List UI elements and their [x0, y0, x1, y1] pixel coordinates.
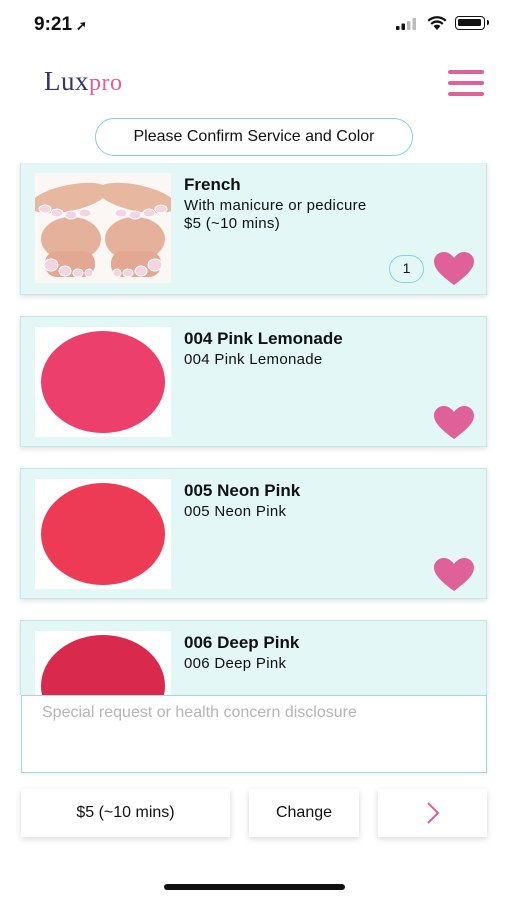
home-indicator[interactable] — [164, 884, 345, 890]
color-subtitle: 005 Neon Pink — [184, 503, 287, 520]
location-arrow-icon: ➚ — [76, 18, 87, 33]
status-bar: 9:21 ➚ — [0, 0, 507, 50]
confirm-banner: Please Confirm Service and Color — [95, 118, 413, 156]
quantity-badge[interactable]: 1 — [389, 255, 424, 283]
color-card-pink-lemonade[interactable]: 004 Pink Lemonade 004 Pink Lemonade — [20, 316, 487, 447]
clock: 9:21 — [34, 14, 73, 35]
color-title: 004 Pink Lemonade — [184, 329, 343, 348]
next-button[interactable] — [378, 789, 487, 837]
status-time: 9:21 ➚ — [34, 14, 87, 36]
heart-icon[interactable] — [434, 252, 474, 286]
chevron-right-icon — [426, 802, 439, 824]
service-subtitle: With manicure or pedicure — [184, 197, 367, 214]
color-subtitle: 006 Deep Pink — [184, 655, 287, 672]
service-price: $5 (~10 mins) — [184, 215, 281, 232]
service-card-french[interactable]: French With manicure or pedicure $5 (~10… — [20, 163, 487, 295]
color-title: 006 Deep Pink — [184, 633, 300, 652]
wifi-icon — [427, 16, 447, 30]
heart-icon[interactable] — [434, 558, 474, 592]
color-swatch — [35, 479, 171, 589]
luxpro-logo: Luxpro — [44, 66, 123, 97]
logo-pro-text: pro — [89, 70, 123, 96]
color-card-neon-pink[interactable]: 005 Neon Pink 005 Neon Pink — [20, 468, 487, 599]
color-subtitle: 004 Pink Lemonade — [184, 351, 323, 368]
service-list[interactable]: French With manicure or pedicure $5 (~10… — [0, 163, 507, 695]
color-title: 005 Neon Pink — [184, 481, 301, 500]
change-button[interactable]: Change — [249, 789, 359, 837]
logo-lux-text: Lux — [44, 66, 89, 96]
color-card-deep-pink[interactable]: 006 Deep Pink 006 Deep Pink — [20, 620, 487, 695]
french-nails-image — [35, 173, 171, 283]
hamburger-menu-icon[interactable] — [448, 70, 484, 100]
price-summary-button[interactable]: $5 (~10 mins) — [21, 789, 230, 837]
cellular-signal-icon — [396, 18, 416, 30]
color-swatch — [35, 631, 171, 695]
special-request-input[interactable] — [21, 695, 487, 773]
heart-icon[interactable] — [434, 406, 474, 440]
service-title: French — [184, 175, 241, 194]
battery-icon — [455, 16, 489, 30]
color-swatch — [35, 327, 171, 437]
